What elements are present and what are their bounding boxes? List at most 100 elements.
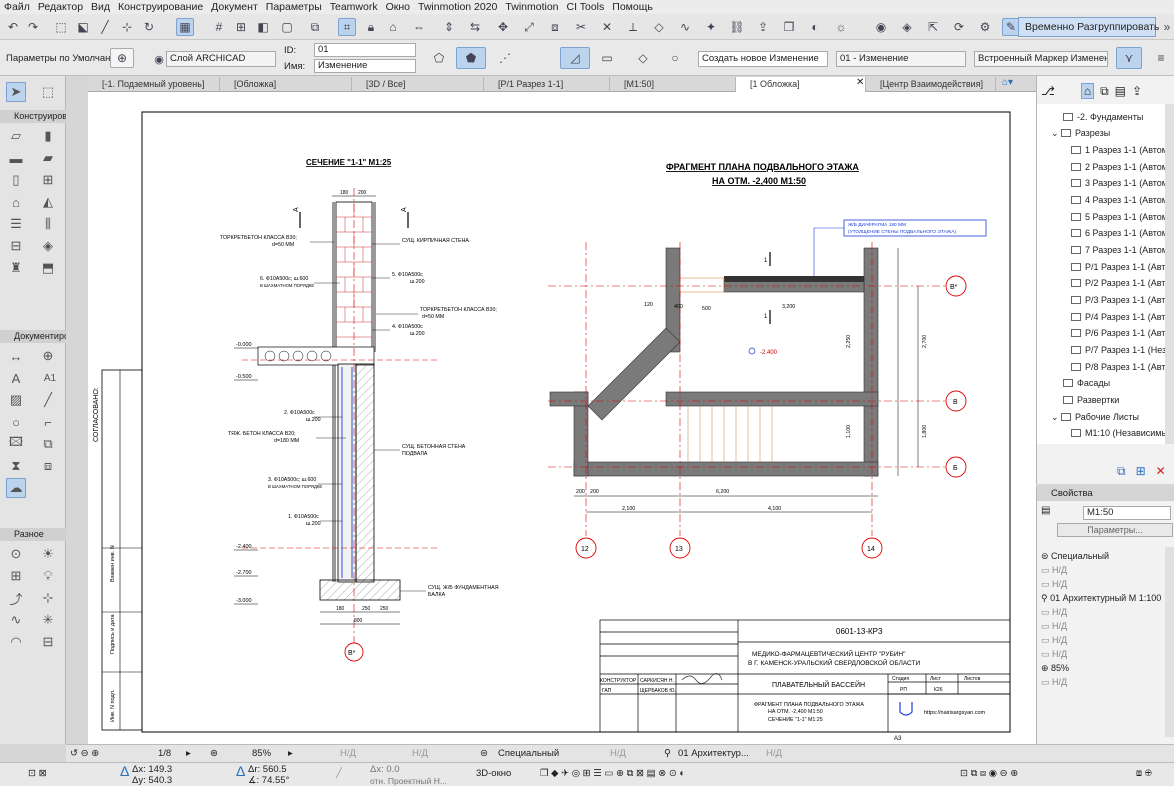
nav-sections[interactable]: ⌄ Разрезы (1051, 126, 1147, 140)
arrow-tool-icon[interactable]: ➤ (6, 82, 26, 102)
select-icon[interactable]: ⬚ (52, 18, 70, 36)
document-section-header[interactable]: Документиро (0, 330, 66, 343)
marquee-icon[interactable]: ⬕ (74, 18, 92, 36)
coord-angle[interactable]: ∡: 74.55° (248, 775, 289, 786)
scale-dropdown-icon[interactable]: ⚲ (664, 748, 671, 760)
nav-section-p4[interactable]: P/4 Разрез 1-1 (Автом (1071, 310, 1167, 324)
cube-icon[interactable]: ❒ (780, 18, 798, 36)
menu-window[interactable]: Окно (386, 1, 410, 13)
polygon-icon[interactable]: ⬟ (456, 47, 486, 69)
prop-row-layer[interactable]: ⊜ Специальный (1041, 549, 1109, 563)
status-nd-4[interactable]: Н/Д (766, 748, 782, 760)
tab-underground-level[interactable]: [-1. Подземный уровень] (88, 77, 220, 92)
nav-section-p3[interactable]: P/3 Разрез 1-1 (Автом (1071, 293, 1167, 307)
project-map-icon[interactable]: ⌂ (1080, 83, 1095, 99)
grid-icon[interactable]: # (210, 18, 228, 36)
adjust-icon[interactable]: ⟂ (624, 18, 642, 36)
status-nd-2[interactable]: Н/Д (412, 748, 428, 760)
lamp-tool-icon[interactable]: ☀ (38, 544, 58, 564)
properties-scrollbar[interactable] (1165, 547, 1174, 737)
create-change-dropdown[interactable]: Создать новое Изменение (698, 51, 828, 67)
camera-tool-icon[interactable]: ⊹ (38, 588, 58, 608)
menu-view[interactable]: Вид (91, 1, 110, 13)
section-tool-icon[interactable]: ⊟ (38, 632, 58, 652)
circle-tool-icon[interactable]: ○ (6, 412, 26, 432)
stretch-icon[interactable]: ⤢ (520, 18, 538, 36)
nav-elevations[interactable]: Фасады (1063, 376, 1159, 390)
window-icon[interactable]: ▢ (278, 18, 296, 36)
design-section-header[interactable]: Конструирова (0, 110, 66, 123)
prop-row-5[interactable]: ▭ Н/Д (1041, 605, 1067, 619)
rotated-rect-icon[interactable]: ◇ (634, 49, 652, 67)
prop-row-3[interactable]: ▭ Н/Д (1041, 577, 1067, 591)
line-tool-icon[interactable]: ╱ (38, 390, 58, 410)
reference-level[interactable]: отн. Проектный Н... (370, 775, 447, 786)
properties-name-field[interactable]: M1:50 (1083, 506, 1171, 520)
infobox-menu-icon[interactable]: ≡ (1152, 49, 1170, 67)
status-nd-1[interactable]: Н/Д (340, 748, 356, 760)
detail-tool-icon[interactable]: ⧈ (38, 456, 58, 476)
camera-icon[interactable]: ⊡ ⧉ ⧈ ◉ ⊖ ⊕ (960, 768, 1018, 780)
nav-section-p1[interactable]: P/1 Разрез 1-1 (Автом (1071, 260, 1167, 274)
nav-foundations[interactable]: -2. Фундаменты (1063, 110, 1159, 124)
angle-line-icon[interactable]: ╱ (336, 768, 342, 780)
column-tool-icon[interactable]: ▮ (38, 126, 58, 146)
drag-icon[interactable]: ✥ (494, 18, 512, 36)
point-icon[interactable]: ⋰ (496, 49, 514, 67)
eye-icon[interactable]: ◉ (872, 18, 890, 36)
skylight-tool-icon[interactable]: ✳ (38, 610, 58, 630)
nav-section-4[interactable]: 4 Разрез 1-1 (Автома (1071, 193, 1167, 207)
navigator-scrollbar[interactable] (1165, 104, 1174, 444)
layer-combo-icon[interactable]: ⊜ (480, 748, 488, 760)
menu-document[interactable]: Документ (211, 1, 258, 13)
spline-icon[interactable]: ∿ (676, 18, 694, 36)
hotspot-tool-icon[interactable]: ⤴ (6, 588, 26, 608)
lock-icon[interactable]: 🔒︎ (362, 18, 380, 36)
layout-book-icon[interactable]: ▤ (1115, 84, 1126, 98)
nav-section-6[interactable]: 6 Разрез 1-1 (Автома (1071, 226, 1167, 240)
marquee-tool-icon[interactable]: ⬚ (38, 82, 58, 102)
revision-marker-dropdown[interactable]: Встроенный Маркер Изменения (974, 51, 1108, 67)
tracker-icon[interactable]: ⊡ ⊠ (28, 768, 47, 780)
name-field[interactable]: Изменение (314, 59, 416, 73)
next-page-icon[interactable]: ▸ (186, 748, 191, 760)
redo-icon[interactable]: ↷ (24, 18, 42, 36)
nav-section-7[interactable]: 7 Разрез 1-1 (Автома (1071, 243, 1167, 257)
menu-options[interactable]: Параметры (266, 1, 322, 13)
settings-icon[interactable]: ⊞ (1136, 464, 1146, 479)
offset-icon[interactable]: ⧈ (546, 18, 564, 36)
sync-icon[interactable]: ⟳ (950, 18, 968, 36)
text-tool-icon[interactable]: A (6, 368, 26, 388)
tab-menu-icon[interactable]: ⌂▾ (1002, 77, 1013, 88)
nav-section-3[interactable]: 3 Разрез 1-1 (Автома (1071, 176, 1167, 190)
label-tool-icon[interactable]: A1 (38, 368, 62, 388)
properties-header[interactable]: Свойства (1037, 487, 1174, 501)
door-tool-icon[interactable]: ▯ (6, 170, 26, 190)
snap-icon[interactable]: ⊹ (118, 18, 136, 36)
fill-tool-icon[interactable]: ▨ (6, 390, 26, 410)
railing-tool-icon[interactable]: ⫼ (38, 214, 58, 234)
nav-section-p8[interactable]: P/8 Разрез 1-1 (Автом (1071, 360, 1167, 374)
temporarily-ungroup-button[interactable]: Временно Разгруппировать (1018, 17, 1159, 37)
teamwork-icon[interactable]: ⧉ (306, 18, 324, 36)
shell-tool-icon[interactable]: ◭ (38, 192, 58, 212)
nav-section-p2[interactable]: P/2 Разрез 1-1 (Автом (1071, 276, 1167, 290)
menu-edit[interactable]: Редактор (38, 1, 83, 13)
layer-combination-icon[interactable]: ▦ (176, 18, 194, 36)
window-tool-icon[interactable]: ⊞ (38, 170, 58, 190)
marker-style-icon[interactable]: ⋎ (1116, 47, 1142, 69)
publisher-sets-icon[interactable]: ⇪ (1132, 84, 1142, 98)
menu-file[interactable]: Файл (4, 1, 30, 13)
zoom-value[interactable]: 85% (252, 748, 271, 760)
menu-twinmotion[interactable]: Twinmotion (505, 1, 558, 13)
hotlink-icon[interactable]: ⛓ (728, 18, 746, 36)
grid-snap-icon[interactable]: ⊞ (232, 18, 250, 36)
figure-tool-icon[interactable]: ⧉ (38, 434, 58, 454)
prop-row-scale[interactable]: ⚲ 01 Архитектурный М 1:100 (1041, 591, 1161, 605)
mesh-tool-icon[interactable]: ⊞ (6, 566, 26, 586)
menu-help[interactable]: Помощь (612, 1, 653, 13)
nav-section-5[interactable]: 5 Разрез 1-1 (Автома (1071, 210, 1167, 224)
guide-icon[interactable]: ╱ (96, 18, 114, 36)
default-params-label[interactable]: Параметры по Умолчанию (6, 53, 123, 64)
prop-row-8[interactable]: ▭ Н/Д (1041, 647, 1067, 661)
